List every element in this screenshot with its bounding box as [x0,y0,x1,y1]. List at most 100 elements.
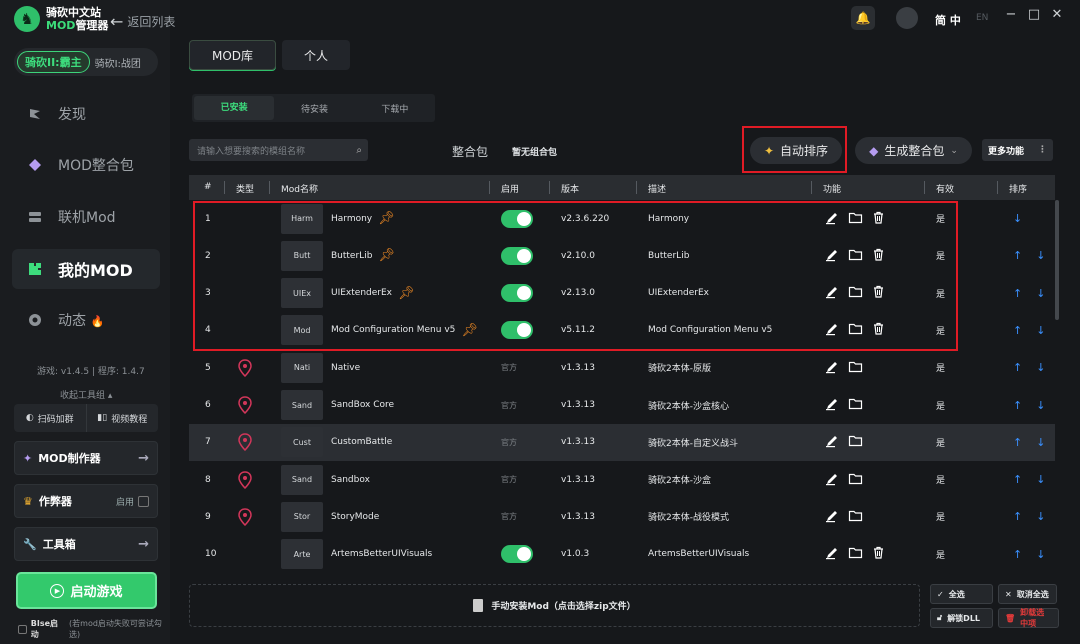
enable-cell[interactable] [501,237,533,274]
table-row[interactable]: 10 Arte ArtemsBetterUIVisuals v1.0.3 ArtemsB… [189,536,1055,571]
lang-en[interactable]: EN [976,13,988,23]
arrow-down-icon[interactable]: ↓ [1036,510,1045,523]
bse-launch-option[interactable]: BIse启动 (若mod启动失败可尝试勾选) [18,618,170,640]
folder-icon[interactable] [848,359,863,377]
enable-toggle[interactable] [501,246,533,265]
manual-install-dropzone[interactable]: 手动安装Mod（点击选择zip文件） [189,584,920,627]
cheat-enable[interactable]: 启用 [116,495,149,508]
tab-personal[interactable]: 个人 [282,40,351,70]
folder-icon[interactable] [848,321,863,339]
tab-downloading[interactable]: 下载中 [355,102,435,115]
collapse-tools-link[interactable]: 收起工具组 ▴ [60,388,112,401]
tab-pending[interactable]: 待安装 [274,102,354,115]
table-row[interactable]: 4 Mod Mod Configuration Menu v5 📌︎ v5.11.2 Mo… [189,312,1055,349]
arrow-down-icon[interactable]: ↓ [1036,399,1045,412]
join-group-button[interactable]: ◐ 扫码加群 [14,404,87,432]
enable-cell[interactable]: 官方 [501,349,517,386]
arrow-down-icon[interactable]: ↓ [1036,324,1045,337]
enable-cell[interactable] [501,536,533,571]
arrow-up-icon[interactable]: ↑ [1013,399,1022,412]
folder-icon[interactable] [848,396,863,414]
trash-icon[interactable] [871,545,886,563]
pin-icon[interactable]: 📌︎ [398,286,415,301]
arrow-up-icon[interactable]: ↑ [1013,287,1022,300]
arrow-up-icon[interactable]: ↑ [1013,510,1022,523]
arrow-up-icon[interactable]: ↑ [1013,436,1022,449]
arrow-up-icon[interactable]: ↑ [1013,548,1022,561]
enable-cell[interactable]: 官方 [501,387,517,424]
arrow-down-icon[interactable]: ↓ [1036,548,1045,561]
trash-icon[interactable] [871,321,886,339]
arrow-up-icon[interactable]: ↑ [1013,324,1022,337]
table-row[interactable]: 6 Sand SandBox Core 官方 v1.3.13 骑砍2本体-沙盒核心是 ↑ ↓ [189,387,1055,424]
maximize-icon[interactable]: □ [1027,8,1041,22]
arrow-down-icon[interactable]: ↓ [1036,287,1045,300]
edit-icon[interactable] [825,396,840,414]
game-option-warband[interactable]: 骑砍I:战团 [95,55,141,70]
arrow-up-icon[interactable]: ↑ [1013,249,1022,262]
game-switch[interactable]: 骑砍II:霸主 骑砍I:战团 [14,48,158,76]
search-input[interactable]: 请输入想要搜索的模组名称 ⌕ [189,139,368,161]
enable-cell[interactable]: 官方 [501,424,517,461]
toolbox-button[interactable]: 🔧 工具箱 → [14,527,158,561]
edit-icon[interactable] [825,284,840,302]
minimize-icon[interactable]: − [1004,8,1018,22]
generate-pack-button[interactable]: ◆ 生成整合包 ⌄ [855,137,972,164]
table-row[interactable]: 7 Cust CustomBattle 官方 v1.3.13 骑砍2本体-自定义战斗是 ↑ ↓ [189,423,1055,461]
auto-sort-button[interactable]: ✦ 自动排序 [750,137,842,164]
table-row[interactable]: 9 Stor StoryMode 官方 v1.3.13 骑砍2本体-战役模式是 ↑ ↓ [189,498,1055,535]
arrow-down-icon[interactable]: ↓ [1013,212,1022,225]
video-tutorial-button[interactable]: ▮▯ 视频教程 [87,404,159,432]
edit-icon[interactable] [825,433,840,451]
game-option-bannerlord[interactable]: 骑砍II:霸主 [17,51,90,73]
scrollbar[interactable] [1055,200,1059,320]
pin-icon[interactable]: 📌︎ [378,211,395,226]
table-row[interactable]: 3 UIEx UIExtenderEx 📌︎ v2.13.0 UIExtenderEx 是 ↑… [189,275,1055,312]
more-functions-button[interactable]: 更多功能 ⋮ [982,139,1053,161]
edit-icon[interactable] [825,210,840,228]
folder-icon[interactable] [848,247,863,265]
mod-maker-button[interactable]: ✦ MOD制作器 → [14,441,158,475]
edit-icon[interactable] [825,359,840,377]
trash-icon[interactable] [871,210,886,228]
lang-zh[interactable]: 简 中 [935,12,961,28]
enable-cell[interactable] [501,200,533,237]
arrow-down-icon[interactable]: ↓ [1036,361,1045,374]
cheat-tool[interactable]: ♛ 作弊器 启用 [14,484,158,518]
trash-icon[interactable] [871,284,886,302]
tab-installed[interactable]: 已安装 [194,96,275,120]
nav-modpack[interactable]: MOD整合包 [12,145,160,185]
enable-cell[interactable]: 官方 [501,461,517,498]
folder-icon[interactable] [848,433,863,451]
arrow-up-icon[interactable]: ↑ [1013,361,1022,374]
edit-icon[interactable] [825,471,840,489]
enable-toggle[interactable] [501,321,533,340]
arrow-up-icon[interactable]: ↑ [1013,473,1022,486]
table-row[interactable]: 2 Butt ButterLib 📌︎ v2.10.0 ButterLib 是 ↑ ↓ [189,237,1055,274]
folder-icon[interactable] [848,508,863,526]
edit-icon[interactable] [825,247,840,265]
col-name[interactable]: Mod名称 [281,182,318,195]
tab-mod-library[interactable]: MOD库 [189,40,277,70]
arrow-down-icon[interactable]: ↓ [1036,473,1045,486]
edit-icon[interactable] [825,508,840,526]
search-icon[interactable]: ⌕ [356,145,362,156]
start-game-button[interactable]: ▶ 启动游戏 [16,572,157,609]
arrow-down-icon[interactable]: ↓ [1036,249,1045,262]
table-row[interactable]: 5 Nati Native 官方 v1.3.13 骑砍2本体-原版是 ↑ ↓ [189,349,1055,386]
enable-toggle[interactable] [501,209,533,228]
table-row[interactable]: 8 Sand Sandbox 官方 v1.3.13 骑砍2本体-沙盒是 ↑ ↓ [189,461,1055,498]
close-icon[interactable]: ✕ [1050,8,1064,22]
unlock-dll-button[interactable]: 🔓︎ 解锁DLL [930,608,993,628]
uninstall-selected-button[interactable]: 🗑︎ 卸载选中项 [998,608,1059,628]
cheat-enable-checkbox[interactable] [138,495,149,507]
edit-icon[interactable] [825,545,840,563]
back-to-list-link[interactable]: ← 返回列表 [110,12,175,31]
trash-icon[interactable] [871,247,886,265]
notification-button[interactable]: 🔔 [851,6,875,30]
enable-cell[interactable]: 官方 [501,498,517,535]
nav-discover[interactable]: 发现 [12,94,160,134]
nav-online[interactable]: 联机Mod [12,197,160,237]
pin-icon[interactable]: 📌︎ [461,323,478,338]
select-all-button[interactable]: ✓ 全选 [930,584,993,604]
